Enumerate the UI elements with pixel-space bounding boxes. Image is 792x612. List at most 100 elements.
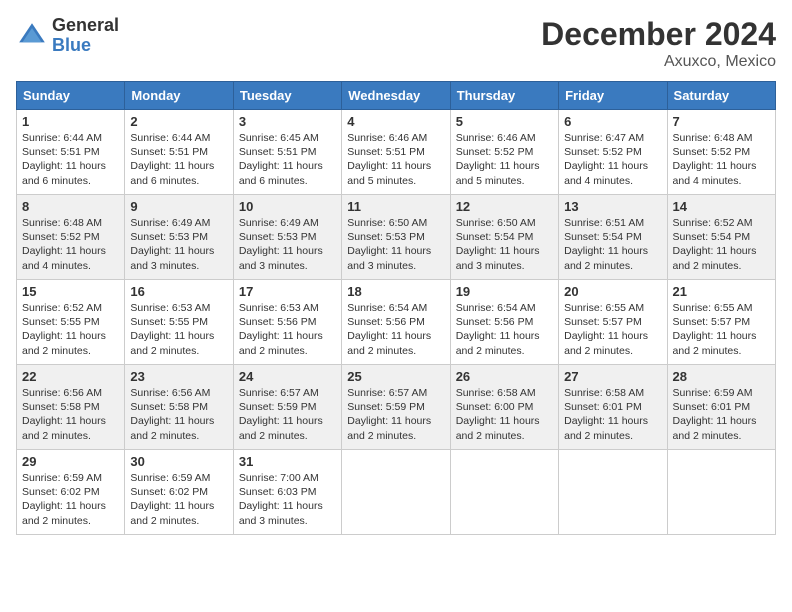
day-cell: 18 Sunrise: 6:54 AMSunset: 5:56 PMDayligh… <box>342 280 450 365</box>
day-cell: 7 Sunrise: 6:48 AMSunset: 5:52 PMDaylight… <box>667 110 775 195</box>
week-row-4: 22 Sunrise: 6:56 AMSunset: 5:58 PMDayligh… <box>17 365 776 450</box>
day-number: 26 <box>456 369 553 384</box>
logo-general: General <box>52 16 119 36</box>
day-info: Sunrise: 6:58 AMSunset: 6:00 PMDaylight:… <box>456 386 553 443</box>
day-number: 10 <box>239 199 336 214</box>
day-info: Sunrise: 6:59 AMSunset: 6:02 PMDaylight:… <box>22 471 119 528</box>
day-info: Sunrise: 6:59 AMSunset: 6:01 PMDaylight:… <box>673 386 770 443</box>
day-info: Sunrise: 6:52 AMSunset: 5:54 PMDaylight:… <box>673 216 770 273</box>
day-info: Sunrise: 6:45 AMSunset: 5:51 PMDaylight:… <box>239 131 336 188</box>
day-info: Sunrise: 6:46 AMSunset: 5:51 PMDaylight:… <box>347 131 444 188</box>
day-cell <box>450 450 558 535</box>
day-info: Sunrise: 6:54 AMSunset: 5:56 PMDaylight:… <box>456 301 553 358</box>
day-number: 24 <box>239 369 336 384</box>
day-info: Sunrise: 6:59 AMSunset: 6:02 PMDaylight:… <box>130 471 227 528</box>
logo-text: General Blue <box>52 16 119 56</box>
day-number: 14 <box>673 199 770 214</box>
day-info: Sunrise: 6:56 AMSunset: 5:58 PMDaylight:… <box>22 386 119 443</box>
location: Axuxco, Mexico <box>541 53 776 71</box>
day-cell: 8 Sunrise: 6:48 AMSunset: 5:52 PMDaylight… <box>17 195 125 280</box>
day-number: 16 <box>130 284 227 299</box>
day-info: Sunrise: 6:51 AMSunset: 5:54 PMDaylight:… <box>564 216 661 273</box>
day-number: 13 <box>564 199 661 214</box>
day-cell: 25Sunrise: 6:57 AMSunset: 5:59 PMDayligh… <box>342 365 450 450</box>
title-area: December 2024 Axuxco, Mexico <box>541 16 776 71</box>
day-info: Sunrise: 6:54 AMSunset: 5:56 PMDaylight:… <box>347 301 444 358</box>
day-number: 9 <box>130 199 227 214</box>
day-info: Sunrise: 6:46 AMSunset: 5:52 PMDaylight:… <box>456 131 553 188</box>
day-cell: 4Sunrise: 6:46 AMSunset: 5:51 PMDaylight… <box>342 110 450 195</box>
day-cell: 15 Sunrise: 6:52 AMSunset: 5:55 PMDayligh… <box>17 280 125 365</box>
day-cell: 2Sunrise: 6:44 AMSunset: 5:51 PMDaylight… <box>125 110 233 195</box>
day-number: 11 <box>347 199 444 214</box>
calendar-body: 1 Sunrise: 6:44 AMSunset: 5:51 PMDaylight… <box>17 110 776 535</box>
day-cell: 12Sunrise: 6:50 AMSunset: 5:54 PMDayligh… <box>450 195 558 280</box>
day-cell: 14 Sunrise: 6:52 AMSunset: 5:54 PMDayligh… <box>667 195 775 280</box>
day-cell: 1 Sunrise: 6:44 AMSunset: 5:51 PMDaylight… <box>17 110 125 195</box>
day-cell: 27Sunrise: 6:58 AMSunset: 6:01 PMDayligh… <box>559 365 667 450</box>
week-row-1: 1 Sunrise: 6:44 AMSunset: 5:51 PMDaylight… <box>17 110 776 195</box>
day-number: 23 <box>130 369 227 384</box>
month-title: December 2024 <box>541 16 776 53</box>
week-row-3: 15 Sunrise: 6:52 AMSunset: 5:55 PMDayligh… <box>17 280 776 365</box>
day-cell <box>342 450 450 535</box>
day-info: Sunrise: 6:58 AMSunset: 6:01 PMDaylight:… <box>564 386 661 443</box>
day-cell: 28 Sunrise: 6:59 AMSunset: 6:01 PMDayligh… <box>667 365 775 450</box>
day-number: 28 <box>673 369 770 384</box>
day-info: Sunrise: 6:53 AMSunset: 5:56 PMDaylight:… <box>239 301 336 358</box>
day-cell: 22 Sunrise: 6:56 AMSunset: 5:58 PMDayligh… <box>17 365 125 450</box>
day-cell: 13 Sunrise: 6:51 AMSunset: 5:54 PMDayligh… <box>559 195 667 280</box>
day-cell: 16 Sunrise: 6:53 AMSunset: 5:55 PMDayligh… <box>125 280 233 365</box>
day-cell: 11 Sunrise: 6:50 AMSunset: 5:53 PMDayligh… <box>342 195 450 280</box>
day-cell: 24 Sunrise: 6:57 AMSunset: 5:59 PMDayligh… <box>233 365 341 450</box>
day-header-tuesday: Tuesday <box>233 82 341 110</box>
day-cell: 31Sunrise: 7:00 AMSunset: 6:03 PMDayligh… <box>233 450 341 535</box>
logo: General Blue <box>16 16 119 56</box>
day-number: 20 <box>564 284 661 299</box>
day-cell: 30 Sunrise: 6:59 AMSunset: 6:02 PMDayligh… <box>125 450 233 535</box>
day-info: Sunrise: 6:47 AMSunset: 5:52 PMDaylight:… <box>564 131 661 188</box>
day-number: 6 <box>564 114 661 129</box>
day-info: Sunrise: 6:57 AMSunset: 5:59 PMDaylight:… <box>239 386 336 443</box>
day-number: 31 <box>239 454 336 469</box>
day-number: 30 <box>130 454 227 469</box>
day-info: Sunrise: 6:57 AMSunset: 5:59 PMDaylight:… <box>347 386 444 443</box>
logo-icon <box>16 20 48 52</box>
day-cell: 9Sunrise: 6:49 AMSunset: 5:53 PMDaylight… <box>125 195 233 280</box>
page-header: General Blue December 2024 Axuxco, Mexic… <box>16 16 776 71</box>
day-info: Sunrise: 6:53 AMSunset: 5:55 PMDaylight:… <box>130 301 227 358</box>
day-number: 15 <box>22 284 119 299</box>
day-header-saturday: Saturday <box>667 82 775 110</box>
day-cell: 3Sunrise: 6:45 AMSunset: 5:51 PMDaylight… <box>233 110 341 195</box>
day-info: Sunrise: 6:56 AMSunset: 5:58 PMDaylight:… <box>130 386 227 443</box>
day-cell: 20 Sunrise: 6:55 AMSunset: 5:57 PMDayligh… <box>559 280 667 365</box>
day-cell: 19Sunrise: 6:54 AMSunset: 5:56 PMDayligh… <box>450 280 558 365</box>
calendar: SundayMondayTuesdayWednesdayThursdayFrid… <box>16 81 776 535</box>
day-number: 7 <box>673 114 770 129</box>
day-cell: 6 Sunrise: 6:47 AMSunset: 5:52 PMDaylight… <box>559 110 667 195</box>
day-cell: 21Sunrise: 6:55 AMSunset: 5:57 PMDayligh… <box>667 280 775 365</box>
day-cell: 23 Sunrise: 6:56 AMSunset: 5:58 PMDayligh… <box>125 365 233 450</box>
day-number: 22 <box>22 369 119 384</box>
day-number: 18 <box>347 284 444 299</box>
day-cell: 26 Sunrise: 6:58 AMSunset: 6:00 PMDayligh… <box>450 365 558 450</box>
day-info: Sunrise: 6:50 AMSunset: 5:53 PMDaylight:… <box>347 216 444 273</box>
day-cell: 10Sunrise: 6:49 AMSunset: 5:53 PMDayligh… <box>233 195 341 280</box>
day-number: 12 <box>456 199 553 214</box>
day-info: Sunrise: 6:44 AMSunset: 5:51 PMDaylight:… <box>22 131 119 188</box>
day-info: Sunrise: 6:52 AMSunset: 5:55 PMDaylight:… <box>22 301 119 358</box>
logo-blue: Blue <box>52 36 119 56</box>
day-info: Sunrise: 6:48 AMSunset: 5:52 PMDaylight:… <box>673 131 770 188</box>
days-header-row: SundayMondayTuesdayWednesdayThursdayFrid… <box>17 82 776 110</box>
day-cell <box>667 450 775 535</box>
day-header-sunday: Sunday <box>17 82 125 110</box>
day-number: 2 <box>130 114 227 129</box>
day-info: Sunrise: 6:48 AMSunset: 5:52 PMDaylight:… <box>22 216 119 273</box>
day-number: 8 <box>22 199 119 214</box>
day-number: 17 <box>239 284 336 299</box>
day-header-thursday: Thursday <box>450 82 558 110</box>
day-number: 1 <box>22 114 119 129</box>
day-cell: 17 Sunrise: 6:53 AMSunset: 5:56 PMDayligh… <box>233 280 341 365</box>
day-info: Sunrise: 6:55 AMSunset: 5:57 PMDaylight:… <box>564 301 661 358</box>
day-header-monday: Monday <box>125 82 233 110</box>
